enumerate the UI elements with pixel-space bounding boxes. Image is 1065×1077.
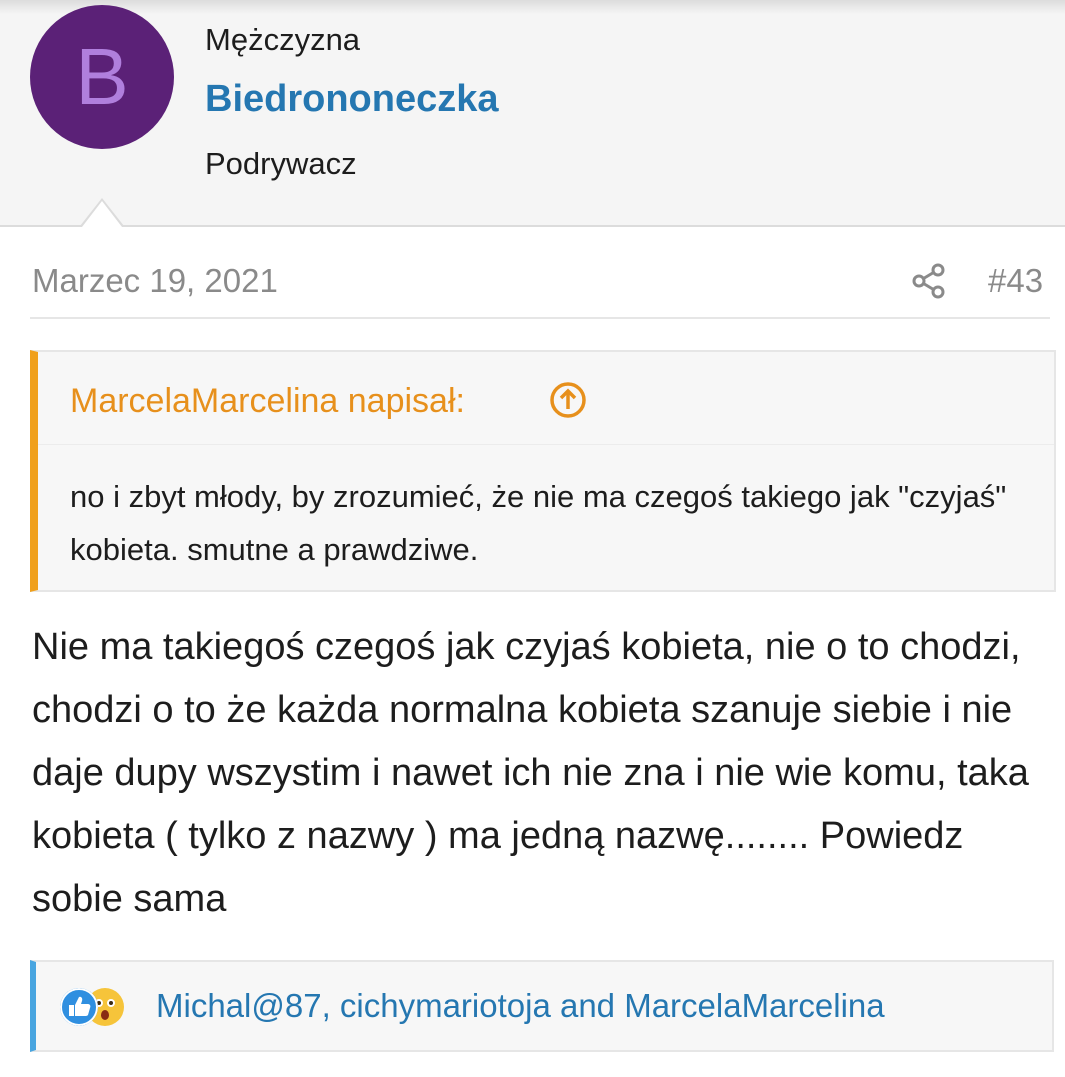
share-icon[interactable] — [912, 263, 946, 299]
reaction-users-link[interactable]: Michal@87, cichymariotoja and MarcelaMar… — [156, 987, 885, 1025]
reactions-bar[interactable]: Michal@87, cichymariotoja and MarcelaMar… — [30, 960, 1054, 1052]
like-icon — [60, 988, 98, 1026]
top-shadow — [0, 0, 1065, 14]
username-link[interactable]: Biedrononeczka — [205, 78, 499, 121]
divider — [30, 317, 1050, 319]
avatar[interactable]: B — [30, 5, 174, 149]
arrow-up-circle-icon[interactable] — [548, 380, 588, 420]
quote-text: no i zbyt młody, by zrozumieć, że nie ma… — [70, 479, 1007, 567]
post-date-link[interactable]: Marzec 19, 2021 — [32, 262, 278, 300]
quote-header: MarcelaMarcelina napisał: — [38, 352, 1054, 445]
post-number-link[interactable]: #43 — [988, 262, 1043, 300]
post-body: Nie ma takiegoś czegoś jak czyjaś kobiet… — [32, 626, 1029, 920]
user-header: B Mężczyzna Biedrononeczka Podrywacz — [0, 0, 1065, 227]
quote-author-link[interactable]: MarcelaMarcelina napisał: — [70, 382, 465, 421]
quote-block: MarcelaMarcelina napisał: no i zbyt młod… — [30, 350, 1056, 592]
message-arrow-fill — [82, 201, 122, 227]
user-gender: Mężczyzna — [205, 22, 361, 57]
user-title: Podrywacz — [205, 146, 357, 181]
